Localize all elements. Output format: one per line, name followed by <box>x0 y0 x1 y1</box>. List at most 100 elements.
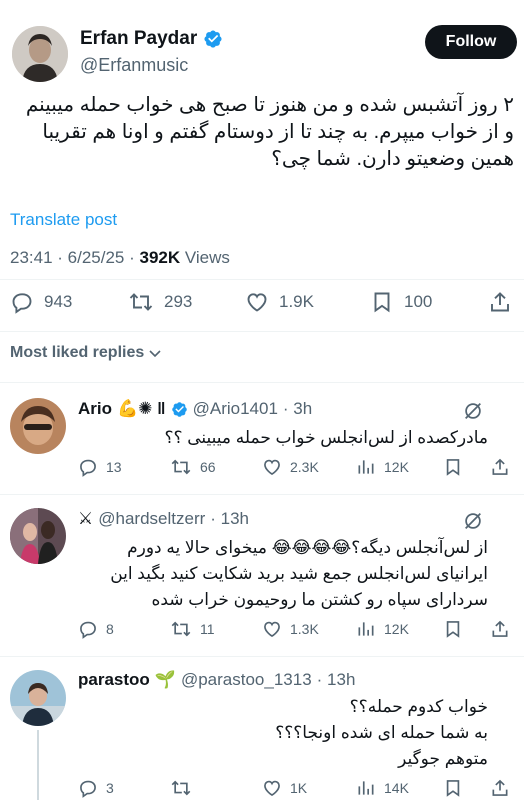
author-name[interactable]: Erfan Paydar <box>80 28 223 50</box>
verified-badge-icon <box>203 29 223 49</box>
author-handle[interactable]: @Erfanmusic <box>80 55 188 76</box>
repost-icon <box>170 619 192 639</box>
repost-button[interactable]: 66 <box>170 457 216 477</box>
reply-text-line: متوهم جوگیر <box>398 749 488 768</box>
like-count: 1K <box>290 780 308 796</box>
views-count: 392K <box>139 248 181 267</box>
bookmark-icon[interactable] <box>443 619 463 639</box>
translate-post-link[interactable]: Translate post <box>10 210 117 230</box>
views-button[interactable]: 14K <box>356 778 409 798</box>
like-button[interactable]: 1.9K <box>245 290 314 314</box>
post-text-line: و از خواب میپرم. به چند تا از دوستام گفت… <box>42 121 514 143</box>
grok-icon[interactable] <box>462 510 484 532</box>
thread-connector <box>37 730 39 800</box>
reply-button[interactable]: 3 <box>78 778 114 798</box>
reply-header: parastoo 🌱 @parastoo_1313 · 13h <box>78 670 355 690</box>
repost-icon <box>170 457 192 477</box>
reply-author-name-decoration: 🌱 <box>154 670 176 689</box>
views-icon <box>356 619 376 639</box>
reply-text-line: خواب کدوم حمله؟؟ <box>349 697 488 716</box>
post-text: ۲ روز آتشبس شده و من هنوز تا صبح هی خواب… <box>10 92 514 173</box>
post-meta: 23:41 · 6/25/25 · 392K Views <box>10 248 230 268</box>
reply-author-name[interactable]: Ario <box>78 399 112 419</box>
reply-count: 943 <box>44 292 73 311</box>
reply-icon <box>10 290 34 314</box>
post-text-line: ۲ روز آتشبس شده و من هنوز تا صبح هی خواب… <box>25 94 514 116</box>
like-button[interactable]: 2.3K <box>262 457 319 477</box>
bookmark-icon[interactable] <box>443 457 463 477</box>
divider <box>0 279 524 280</box>
divider <box>0 382 524 383</box>
reply-text: از لس‌آنجلس دیگه؟😂😂😂😂 میخوای حالا یه دور… <box>78 535 488 613</box>
views-icon <box>356 778 376 798</box>
share-icon <box>488 290 512 314</box>
grok-icon[interactable] <box>462 400 484 422</box>
post-timestamp[interactable]: 23:41 · 6/25/25 · <box>10 248 139 267</box>
reply-header: ⚔ @hardseltzerr · 13h <box>78 509 249 529</box>
reply-timestamp[interactable]: · 13h <box>210 509 249 529</box>
replies-sort-dropdown[interactable]: Most liked replies <box>10 344 163 362</box>
reply-author-name[interactable]: parastoo <box>78 670 150 690</box>
like-icon <box>262 778 282 798</box>
repost-button[interactable] <box>170 778 200 798</box>
like-icon <box>245 290 269 314</box>
reply-timestamp[interactable]: · 13h <box>317 670 356 690</box>
share-icon[interactable] <box>490 457 510 477</box>
views-button[interactable]: 12K <box>356 457 409 477</box>
repost-button[interactable]: 293 <box>128 290 192 314</box>
reply-icon <box>78 619 98 639</box>
reply-author-name-decoration: 💪✺ ‖ <box>117 399 166 418</box>
verified-badge-icon <box>171 401 188 418</box>
repost-count: 11 <box>200 621 215 637</box>
post-text-line: همین وضعیتو دارن. شما چی؟ <box>271 148 514 170</box>
reply-text: مادرکصده از لس‌انجلس خواب حمله میبینی ؟؟ <box>164 428 488 447</box>
reply-author-name-decoration[interactable]: ⚔ <box>78 509 93 529</box>
reply-timestamp[interactable]: · 3h <box>283 399 312 419</box>
share-button[interactable] <box>488 290 512 314</box>
views-icon <box>356 457 376 477</box>
like-icon <box>262 457 282 477</box>
views-count: 14K <box>384 780 409 796</box>
views-count: 12K <box>384 621 409 637</box>
like-count: 1.3K <box>290 621 319 637</box>
views-button[interactable]: 12K <box>356 619 409 639</box>
bookmark-button[interactable]: 100 <box>370 290 432 314</box>
reply-avatar[interactable] <box>10 670 66 726</box>
views-count: 12K <box>384 459 409 475</box>
share-icon[interactable] <box>490 778 510 798</box>
reply-author-handle[interactable]: @Ario1401 <box>193 399 278 419</box>
follow-button[interactable]: Follow <box>425 25 517 59</box>
reply-text-line: به شما حمله ای شده اونجا؟؟؟ <box>275 723 488 742</box>
repost-button[interactable]: 11 <box>170 619 215 639</box>
reply-button[interactable]: 13 <box>78 457 122 477</box>
author-avatar[interactable] <box>12 26 68 82</box>
divider <box>0 494 524 495</box>
reply-avatar[interactable] <box>10 398 66 454</box>
bookmark-icon[interactable] <box>443 778 463 798</box>
author-name-text[interactable]: Erfan Paydar <box>80 28 197 50</box>
reply-icon <box>78 457 98 477</box>
repost-icon <box>128 290 154 314</box>
reply-text-line: از لس‌آنجلس دیگه؟😂😂😂😂 میخوای حالا یه دور… <box>127 538 488 557</box>
reply-author-handle[interactable]: @hardseltzerr <box>98 509 205 529</box>
reply-icon <box>78 778 98 798</box>
reply-button[interactable]: 943 <box>10 290 72 314</box>
views-label: Views <box>180 248 230 267</box>
reply-text-line: سردارای سپاه رو کشتن ما روحیمون خراب شده <box>151 590 488 609</box>
reply-author-handle[interactable]: @parastoo_1313 <box>181 670 312 690</box>
bookmark-icon <box>370 290 394 314</box>
like-icon <box>262 619 282 639</box>
like-button[interactable]: 1K <box>262 778 307 798</box>
repost-count: 66 <box>200 459 216 475</box>
share-icon[interactable] <box>490 619 510 639</box>
reply-button[interactable]: 8 <box>78 619 114 639</box>
repost-count: 293 <box>164 292 193 311</box>
reply-count: 8 <box>106 621 114 637</box>
reply-text-line: ایرانیای لس‌انجلس جمع شید برید شکایت کنی… <box>110 564 488 583</box>
chevron-down-icon <box>147 345 163 361</box>
reply-avatar[interactable] <box>10 508 66 564</box>
divider <box>0 656 524 657</box>
like-count: 1.9K <box>279 292 314 311</box>
like-button[interactable]: 1.3K <box>262 619 319 639</box>
reply-header: Ario 💪✺ ‖ @Ario1401 · 3h <box>78 399 312 419</box>
